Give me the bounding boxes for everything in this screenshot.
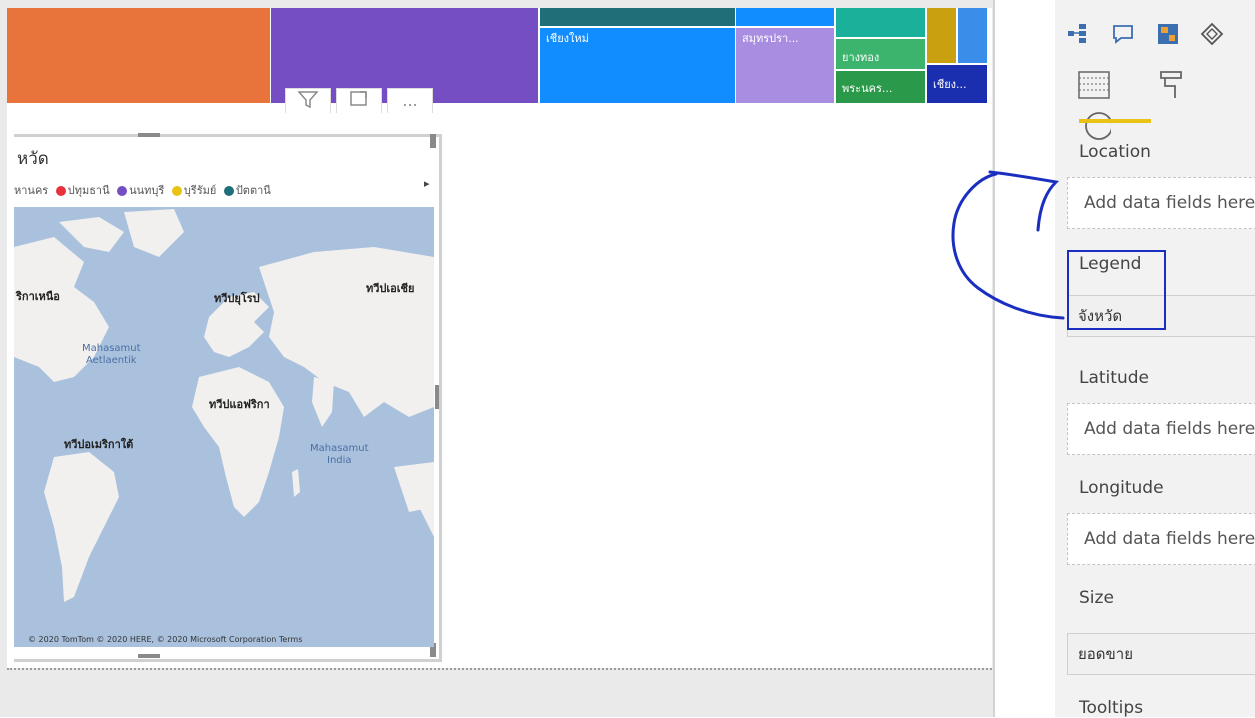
legend-dot <box>171 186 182 196</box>
continent-label: ทวีปอเมริกาใต้ <box>64 438 134 451</box>
format-tab-icon[interactable] <box>1155 68 1225 109</box>
report-page[interactable]: เชียงใหม่ สมุทรปรา... ยางทอง พระนคร... เ… <box>7 8 992 668</box>
treemap-tile[interactable] <box>736 8 834 26</box>
treemap-tile[interactable] <box>7 8 270 103</box>
continent-label: ทวีปแอฟริกา <box>209 398 270 411</box>
legend-dot <box>55 186 66 196</box>
decomposition-tree-icon[interactable] <box>1067 22 1105 51</box>
map-title: หวัด <box>17 149 49 169</box>
active-tab-indicator <box>1079 119 1151 123</box>
legend-dot <box>223 186 234 196</box>
custom-visual-icon[interactable] <box>1200 22 1238 51</box>
page-boundary <box>7 668 992 670</box>
annotation-highlight-box <box>1067 250 1166 330</box>
latitude-field-well[interactable]: Add data fields here <box>1067 403 1255 455</box>
continent-label: ทวีปยุโรป <box>214 292 260 305</box>
visual-gallery-row <box>1067 22 1238 51</box>
size-field-pill[interactable]: ยอดขาย <box>1067 633 1255 675</box>
legend-item[interactable]: ปทุมธานี <box>55 181 110 199</box>
map-canvas[interactable]: ริกาเหนือ ทวีปยุโรป ทวีปเอเชีย ทวีปแอฟริ… <box>14 207 434 647</box>
treemap-tile[interactable] <box>927 8 956 63</box>
continent-label: ทวีปเอเชีย <box>366 282 415 295</box>
annotation-arrow-scribble <box>951 170 1065 320</box>
treemap-tile[interactable]: เชียงใหม่ <box>540 28 735 103</box>
legend-item[interactable]: นนทบุรี <box>117 181 164 199</box>
world-map-landmass <box>14 209 434 602</box>
legend-item[interactable]: บุรีรัมย์ <box>171 181 216 199</box>
location-well-label: Location <box>1079 142 1151 162</box>
resize-handle-top[interactable] <box>138 133 160 137</box>
map-legend: หานคร ปทุมธานี นนทบุรี บุรีรัมย์ ปัตตานี <box>14 181 275 199</box>
qa-icon[interactable] <box>1111 22 1149 51</box>
treemap-tile[interactable] <box>540 8 735 26</box>
treemap-tile[interactable]: ยางทอง <box>836 39 925 69</box>
visualizations-pane: Location Add data fields here Legend จัง… <box>1055 0 1255 718</box>
latitude-well-label: Latitude <box>1079 368 1149 388</box>
treemap-tile[interactable] <box>958 8 987 63</box>
ocean-label: Mahasamut India <box>310 443 369 466</box>
resize-handle-bottom[interactable] <box>138 654 160 658</box>
treemap-tile[interactable]: เชียง... <box>927 65 987 103</box>
treemap-tile[interactable]: พระนคร... <box>836 71 925 103</box>
more-options-icon: ... <box>402 91 418 110</box>
legend-next-arrow[interactable]: ▸ <box>424 177 430 190</box>
ocean-label: Mahasamut Aetlaentik <box>82 343 141 366</box>
resize-handle-corner[interactable] <box>430 134 436 148</box>
resize-handle-right[interactable] <box>435 385 439 409</box>
filter-button[interactable] <box>285 88 331 113</box>
location-field-well[interactable]: Add data fields here <box>1067 177 1255 229</box>
size-well-label: Size <box>1079 588 1114 608</box>
pane-divider[interactable] <box>993 0 995 717</box>
longitude-field-well[interactable]: Add data fields here <box>1067 513 1255 565</box>
legend-dot <box>117 186 128 196</box>
smart-narrative-icon[interactable] <box>1156 22 1194 51</box>
pane-tabs <box>1077 68 1255 150</box>
map-visual[interactable]: หวัด หานคร ปทุมธานี นนทบุรี บุรีรัมย์ ปั… <box>14 133 442 662</box>
focus-mode-button[interactable] <box>336 88 382 113</box>
treemap-tile[interactable]: สมุทรปรา... <box>736 28 834 103</box>
focus-mode-icon <box>350 91 367 106</box>
longitude-well-label: Longitude <box>1079 478 1164 498</box>
legend-item[interactable]: ปัตตานี <box>223 181 271 199</box>
filter-icon <box>297 91 319 109</box>
fields-tab-icon[interactable] <box>1077 68 1147 109</box>
treemap-tile[interactable] <box>836 8 925 37</box>
more-options-button[interactable]: ... <box>387 88 433 113</box>
legend-item[interactable]: หานคร <box>14 181 48 199</box>
continent-label: ริกาเหนือ <box>16 290 60 303</box>
tooltips-well-label: Tooltips <box>1079 698 1144 718</box>
map-copyright[interactable]: © 2020 TomTom © 2020 HERE, © 2020 Micros… <box>28 635 302 644</box>
